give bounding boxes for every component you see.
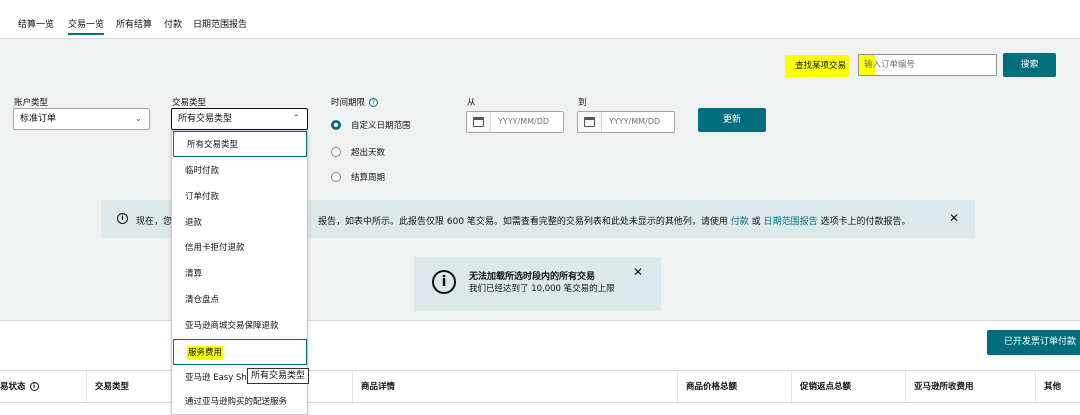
option-clearance-inventory[interactable]: 清仓盘点 [172, 287, 307, 313]
banner-text-b: 或 [751, 217, 761, 227]
column-promo-rebate-total[interactable]: 促销返点总额 [791, 371, 851, 404]
banner-text-a: 报告，如表中所示。此报告仅限 600 笔交易。如需查看完整的交易列表和此处未显示… [318, 217, 728, 227]
column-transaction-type[interactable]: 交易类型 [86, 371, 129, 404]
tab-all-settlements[interactable]: 所有结算 [116, 17, 152, 30]
radio-settlement-period[interactable]: 结算周期 [331, 171, 385, 183]
from-date-input[interactable]: YYYY/MM/DD [466, 111, 564, 133]
tab-transaction-view[interactable]: 交易一览 [68, 17, 105, 35]
tab-date-range-reports[interactable]: 日期范围报告 [193, 17, 247, 30]
account-type-select[interactable]: 标准订单 ⌄ [13, 108, 150, 130]
banner-text-c: 选项卡上的付款报告。 [820, 217, 911, 227]
limit-subtitle: 我们已经达到了 10,000 笔交易的上限 [469, 284, 615, 294]
radio-label: 超出天数 [351, 148, 386, 158]
top-tabs: 结算一览 交易一览 所有结算 付款 日期范围报告 [0, 0, 1080, 38]
column-product-price-total[interactable]: 商品价格总额 [677, 371, 737, 404]
chevron-up-icon: ⌃ [292, 114, 300, 124]
help-icon[interactable]: i [29, 382, 39, 391]
option-a-to-z-refund[interactable]: 亚马逊商城交易保障退款 [172, 313, 307, 339]
banner-text: 报告，如表中所示。此报告仅限 600 笔交易。如需查看完整的交易列表和此处未显示… [318, 214, 910, 227]
radio-custom-range[interactable]: 自定义日期范围 [331, 119, 411, 131]
search-input[interactable]: 输入订单编号 [858, 54, 997, 76]
search-placeholder: 输入订单编号 [864, 60, 916, 70]
option-refund[interactable]: 退款 [172, 210, 307, 236]
calendar-icon[interactable] [578, 112, 602, 132]
limit-title: 无法加载所选时段内的所有交易 [469, 272, 596, 282]
transaction-type-label: 交易类型 [172, 98, 207, 108]
banner-prefix: 现在，您 [136, 217, 173, 227]
account-type-value: 标准订单 [20, 114, 57, 124]
option-buy-shipping[interactable]: 通过亚马逊购买的配送服务 [172, 389, 307, 414]
search-label: 查找某项交易 [785, 55, 850, 77]
date-range-report-link[interactable]: 日期范围报告 [764, 217, 818, 227]
column-other[interactable]: 其他 [1035, 371, 1061, 404]
period-label-text: 时间期限 [331, 98, 366, 108]
option-all-types[interactable]: 所有交易类型 [173, 131, 307, 157]
radio-icon[interactable] [331, 172, 341, 182]
info-icon: i [432, 270, 456, 294]
radio-label: 结算周期 [351, 173, 386, 183]
option-order-payment[interactable]: 订单付款 [172, 184, 307, 210]
table-header: 易状态 i 交易类型 商品详情 商品价格总额 促销返点总额 亚马逊所收费用 其他 [0, 370, 1080, 404]
from-date-placeholder: YYYY/MM/DD [498, 117, 550, 126]
close-icon[interactable]: ✕ [949, 211, 959, 225]
tab-settlement-summary[interactable]: 结算一览 [18, 17, 54, 30]
radio-checked-icon[interactable] [331, 120, 341, 130]
invoiced-order-payments-button[interactable]: 已开发票订单付款 [987, 330, 1080, 355]
search-button[interactable]: 搜索 [1003, 53, 1056, 77]
update-button[interactable]: 更新 [698, 108, 766, 132]
option-interim-payment[interactable]: 临时付款 [172, 158, 307, 184]
tab-payments[interactable]: 付款 [164, 17, 182, 30]
column-amazon-fees[interactable]: 亚马逊所收费用 [905, 371, 974, 404]
payments-link[interactable]: 付款 [731, 217, 749, 227]
chevron-down-icon: ⌄ [134, 114, 142, 124]
radio-label: 自定义日期范围 [351, 121, 411, 131]
radio-icon[interactable] [331, 147, 341, 157]
tooltip: 所有交易类型 [247, 368, 310, 384]
account-type-label: 账户类型 [14, 98, 49, 108]
transaction-type-value: 所有交易类型 [178, 114, 233, 124]
column-label: 易状态 [0, 382, 26, 392]
radio-past-days[interactable]: 超出天数 [331, 146, 385, 158]
calendar-icon[interactable] [467, 112, 491, 132]
transaction-type-select[interactable]: 所有交易类型 ⌃ [171, 108, 308, 130]
limit-notice: i 无法加载所选时段内的所有交易 我们已经达到了 10,000 笔交易的上限 ✕ [414, 257, 661, 311]
close-icon[interactable]: ✕ [633, 265, 643, 279]
from-label: 从 [467, 98, 476, 108]
column-status[interactable]: 易状态 i [0, 371, 39, 404]
option-chargeback-refund[interactable]: 信用卡拒付退款 [172, 235, 307, 261]
to-date-input[interactable]: YYYY/MM/DD [577, 111, 675, 133]
help-icon[interactable]: ? [369, 98, 379, 107]
option-label: 服务费用 [187, 346, 224, 360]
option-liquidation[interactable]: 清算 [172, 261, 307, 287]
column-product-details[interactable]: 商品详情 [352, 371, 395, 404]
to-date-placeholder: YYYY/MM/DD [609, 117, 661, 126]
option-service-fees[interactable]: 服务费用 [173, 339, 307, 365]
info-icon: i [117, 213, 128, 224]
period-label: 时间期限? [331, 96, 379, 108]
to-label: 到 [578, 98, 587, 108]
